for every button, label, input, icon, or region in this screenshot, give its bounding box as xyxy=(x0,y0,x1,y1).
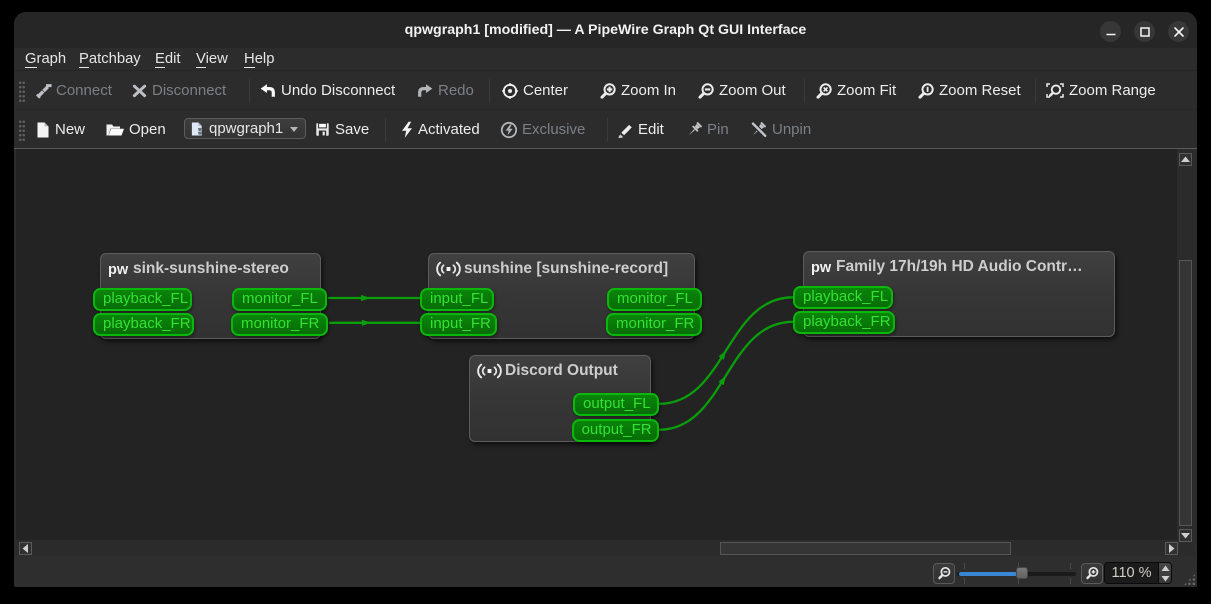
svg-text:pw: pw xyxy=(811,260,832,275)
svg-text:pw: pw xyxy=(108,262,129,277)
